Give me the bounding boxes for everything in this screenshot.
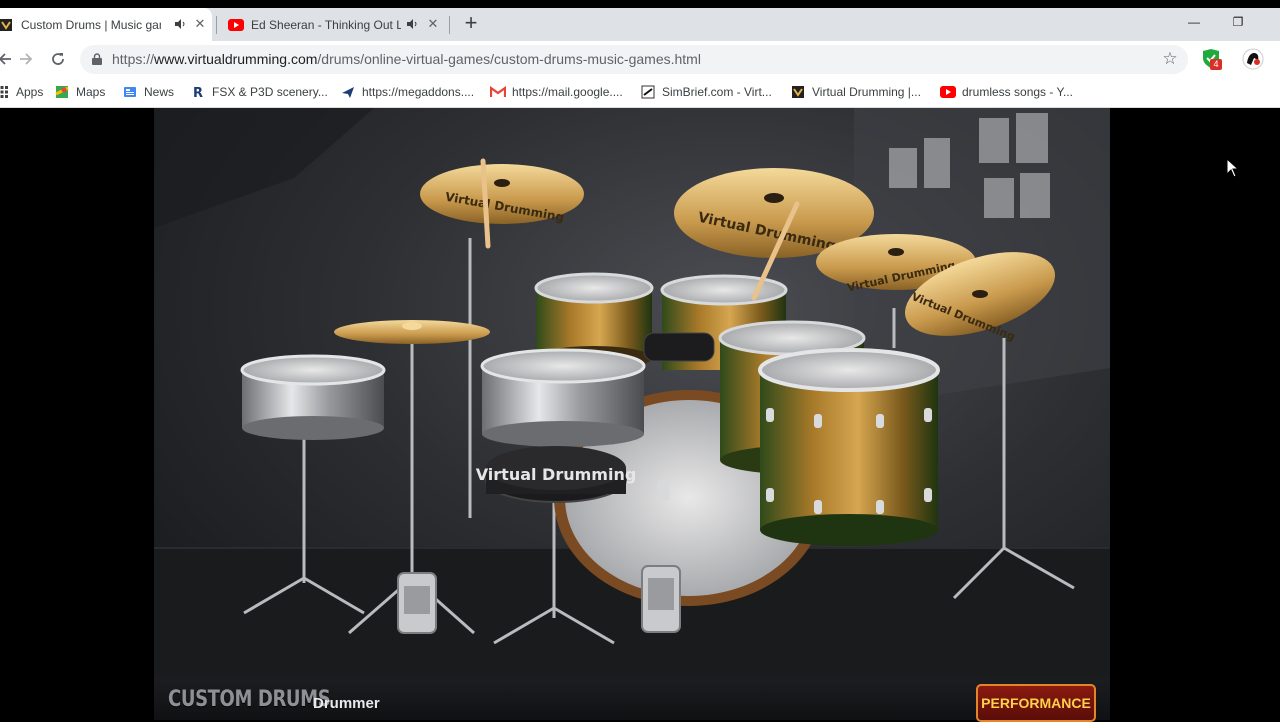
drummer-mode-label[interactable]: Drummer bbox=[313, 695, 380, 712]
tab-custom-drums[interactable]: Custom Drums | Music games ✕ bbox=[0, 8, 212, 41]
bookmark-label: Maps bbox=[76, 85, 106, 99]
extension-shield-icon[interactable]: 4 bbox=[1200, 48, 1222, 70]
plane-icon bbox=[340, 84, 356, 100]
tab-title: Ed Sheeran - Thinking Out Loud bbox=[251, 17, 401, 32]
r-logo-icon: R bbox=[190, 84, 206, 100]
url-text: https://www.virtualdrumming.com/drums/on… bbox=[112, 51, 701, 67]
extension-badge: 4 bbox=[1210, 59, 1222, 70]
bookmark-drumless-songs[interactable]: drumless songs - Y... bbox=[940, 83, 1073, 101]
profile-avatar[interactable] bbox=[1242, 48, 1264, 70]
hihat-cymbal[interactable] bbox=[334, 320, 490, 344]
tab-separator bbox=[216, 16, 217, 34]
speaker-icon[interactable] bbox=[173, 17, 187, 31]
bookmark-label: FSX & P3D scenery... bbox=[212, 85, 328, 99]
bookmark-star-icon[interactable]: ☆ bbox=[1160, 49, 1180, 69]
gmail-icon bbox=[490, 84, 506, 100]
lock-icon bbox=[92, 53, 102, 65]
url-scheme: https:// bbox=[112, 51, 155, 67]
youtube-icon bbox=[940, 84, 956, 100]
bookmark-simbrief[interactable]: SimBrief.com - Virt... bbox=[640, 83, 772, 101]
back-arrow-icon[interactable] bbox=[0, 48, 16, 70]
forward-arrow-icon[interactable] bbox=[15, 48, 37, 70]
svg-text:R: R bbox=[193, 86, 203, 99]
news-icon bbox=[122, 84, 138, 100]
minimize-button[interactable]: — bbox=[1172, 8, 1216, 36]
floor-tom-front[interactable] bbox=[758, 348, 940, 546]
tab-separator bbox=[449, 16, 450, 34]
speaker-icon[interactable] bbox=[405, 17, 419, 31]
drum-kit-stage: Virtual Drumming Virtual Drumming Virtua… bbox=[154, 108, 1110, 678]
bookmark-label: drumless songs - Y... bbox=[962, 85, 1073, 99]
url-path: /drums/online-virtual-games/custom-drums… bbox=[317, 51, 701, 67]
virtual-drumming-favicon bbox=[0, 17, 14, 33]
bookmark-label: Apps bbox=[16, 85, 44, 99]
hihat-pedal[interactable] bbox=[397, 572, 437, 634]
reload-icon[interactable] bbox=[47, 48, 69, 70]
bookmark-apps[interactable]: Apps bbox=[0, 83, 43, 101]
page-content: Virtual Drumming Virtual Drumming Virtua… bbox=[0, 108, 1280, 722]
bookmark-label: https://megaddons.... bbox=[362, 85, 475, 99]
bookmark-label: News bbox=[144, 85, 175, 99]
close-icon[interactable]: ✕ bbox=[425, 16, 441, 32]
bookmark-label: Virtual Drumming |... bbox=[812, 85, 921, 99]
snare-drum-left[interactable] bbox=[240, 354, 386, 440]
bookmark-megaddons[interactable]: https://megaddons.... bbox=[340, 83, 474, 101]
browser-toolbar: https://www.virtualdrumming.com/drums/on… bbox=[0, 41, 1280, 77]
bookmark-label: https://mail.google.... bbox=[512, 85, 623, 99]
throne-brand: Virtual Drumming bbox=[476, 465, 637, 484]
close-icon[interactable]: ✕ bbox=[192, 16, 208, 32]
bookmarks-bar: Apps Maps News R FSX & P3D scenery... ht… bbox=[0, 77, 1280, 108]
bookmark-virtual-drumming[interactable]: Virtual Drumming |... bbox=[790, 83, 921, 101]
tom-mount-clamp bbox=[643, 332, 715, 362]
tab-strip: Custom Drums | Music games ✕ Ed Sheeran … bbox=[0, 0, 1280, 41]
tab-title: Custom Drums | Music games bbox=[21, 17, 161, 32]
game-footer-bar: CUSTOM DRUMS Drummer PERFORMANCE bbox=[154, 678, 1110, 722]
bookmark-news[interactable]: News bbox=[122, 83, 174, 101]
bookmark-maps[interactable]: Maps bbox=[54, 83, 105, 101]
url-host: www.virtualdrumming.com bbox=[154, 51, 318, 67]
bookmark-gmail[interactable]: https://mail.google.... bbox=[490, 83, 623, 101]
crash-cymbal-left[interactable]: Virtual Drumming bbox=[420, 164, 584, 224]
apps-grid-icon bbox=[0, 84, 10, 100]
bookmark-fsx-scenery[interactable]: R FSX & P3D scenery... bbox=[190, 83, 328, 101]
address-bar[interactable]: https://www.virtualdrumming.com/drums/on… bbox=[80, 45, 1188, 74]
youtube-favicon bbox=[228, 17, 244, 33]
restore-button[interactable]: ❐ bbox=[1216, 8, 1260, 36]
snare-drum-center[interactable] bbox=[480, 348, 646, 447]
maps-icon bbox=[54, 84, 70, 100]
custom-drums-title: CUSTOM DRUMS bbox=[168, 687, 331, 712]
new-tab-button[interactable]: + bbox=[460, 12, 482, 35]
performance-button[interactable]: PERFORMANCE bbox=[976, 684, 1096, 722]
tab-ed-sheeran[interactable]: Ed Sheeran - Thinking Out Loud ✕ bbox=[224, 8, 450, 41]
virtual-drumming-icon bbox=[790, 84, 806, 100]
simbrief-icon bbox=[640, 84, 656, 100]
mouse-cursor-icon bbox=[1226, 158, 1240, 178]
bookmark-label: SimBrief.com - Virt... bbox=[662, 85, 772, 99]
